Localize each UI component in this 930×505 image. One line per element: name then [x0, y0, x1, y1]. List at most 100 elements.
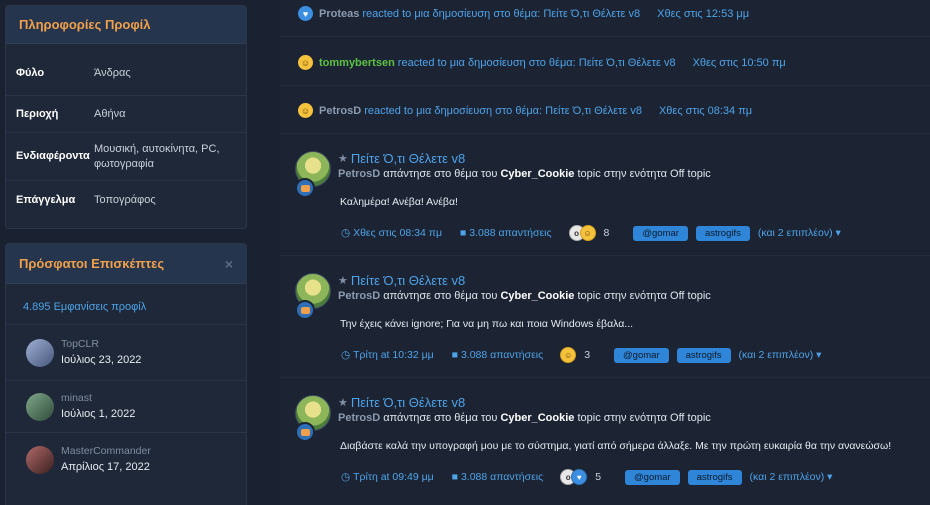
visitor-name[interactable]: minast	[61, 391, 135, 405]
reaction-text[interactable]: reacted to μια δημοσίευση στο θέμα: Πείτ…	[398, 57, 676, 69]
activity-stream: ♥ Proteas reacted to μια δημοσίευση στο …	[280, 0, 930, 505]
reaction-count: 3	[584, 349, 591, 361]
post-item: ★ Πείτε Ό,τι Θέλετε v8 PetrosD απάντησε …	[280, 273, 930, 373]
avatar[interactable]	[26, 392, 54, 421]
heart-icon: ♥	[298, 6, 313, 21]
reactions-summary[interactable]: o ☺	[568, 225, 596, 241]
visitor-info: minast Ιούλιος 1, 2022	[61, 391, 135, 423]
clock-icon: ◷	[341, 471, 354, 483]
post-title: ★ Πείτε Ό,τι Θέλετε v8	[338, 151, 465, 166]
profile-info-header: Πληροφορίες Προφίλ	[6, 6, 246, 44]
post-footer: ◷ Τρίτη at 09:49 μμ ■ 3.088 απαντήσεις o…	[341, 469, 832, 485]
post-footer: ◷ Χθες στις 08:34 πμ ■ 3.088 απαντήσεις …	[341, 225, 841, 241]
post-footer: ◷ Τρίτη at 10:32 μμ ■ 3.088 απαντήσεις ☺…	[341, 347, 821, 363]
reaction-user[interactable]: PetrosD	[319, 105, 361, 117]
divider	[280, 255, 930, 256]
visitor-date: Ιούλιος 1, 2022	[61, 407, 136, 420]
haha-icon: ☺	[298, 103, 313, 118]
visitor-item[interactable]: MasterCommander Απρίλιος 17, 2022	[6, 432, 246, 486]
post-title-link[interactable]: Πείτε Ό,τι Θέλετε v8	[351, 151, 465, 166]
replies-count[interactable]: 3.088 απαντήσεις	[469, 227, 551, 239]
more-tags-dropdown[interactable]: (και 2 επιπλέον) ▾	[750, 471, 833, 483]
star-icon[interactable]: ★	[338, 274, 348, 287]
reaction-item: ☺ PetrosD reacted to μια δημοσίευση στο …	[298, 103, 752, 118]
tag-astrogifs[interactable]: astrogifs	[676, 347, 731, 363]
post-meta: PetrosD απάντησε στο θέμα του Cyber_Cook…	[338, 412, 711, 424]
more-tags-dropdown[interactable]: (και 2 επιπλέον) ▾	[758, 227, 841, 239]
post-title: ★ Πείτε Ό,τι Θέλετε v8	[338, 395, 465, 410]
post-section: topic στην ενότητα Off topic	[577, 412, 711, 424]
reaction-item: ☺ tommybertsen reacted to μια δημοσίευση…	[298, 55, 786, 70]
tag-gomar[interactable]: @gomar	[614, 347, 669, 363]
visitor-name[interactable]: MasterCommander	[61, 444, 151, 458]
comment-badge-icon	[295, 178, 315, 198]
topic-owner[interactable]: Cyber_Cookie	[500, 412, 574, 424]
more-tags-label: (και 2 επιπλέον)	[738, 349, 814, 361]
close-icon[interactable]: ×	[225, 256, 233, 272]
haha-icon: ☺	[298, 55, 313, 70]
clock-icon: ◷	[341, 349, 354, 361]
post-time[interactable]: Τρίτη at 09:49 μμ	[353, 471, 434, 483]
comment-icon: ■	[451, 471, 461, 483]
comment-icon: ■	[460, 227, 470, 239]
visitor-item[interactable]: TopCLR Ιούλιος 23, 2022	[6, 324, 246, 380]
recent-visitors-card: Πρόσφατοι Επισκέπτες × 4.895 Εμφανίσεις …	[5, 243, 247, 505]
comment-badge-icon	[295, 300, 315, 320]
reaction-text[interactable]: reacted to μια δημοσίευση στο θέμα: Πείτ…	[364, 105, 642, 117]
post-title: ★ Πείτε Ό,τι Θέλετε v8	[338, 273, 465, 288]
star-icon[interactable]: ★	[338, 152, 348, 165]
avatar[interactable]	[26, 445, 54, 474]
reaction-time[interactable]: Χθες στις 08:34 πμ	[659, 105, 752, 117]
reactions-summary[interactable]: ☺	[560, 347, 577, 363]
post-title-link[interactable]: Πείτε Ό,τι Θέλετε v8	[351, 395, 465, 410]
recent-visitors-title: Πρόσφατοι Επισκέπτες	[19, 256, 165, 271]
visitor-date: Ιούλιος 23, 2022	[61, 353, 142, 366]
tag-astrogifs[interactable]: astrogifs	[687, 469, 742, 485]
post-time[interactable]: Χθες στις 08:34 πμ	[353, 227, 442, 239]
tag-gomar[interactable]: @gomar	[633, 225, 688, 241]
info-value: Άνδρας	[94, 67, 131, 79]
divider	[280, 36, 930, 37]
info-label: Ενδιαφέροντα	[16, 150, 90, 162]
post-author[interactable]: PetrosD	[338, 290, 380, 302]
post-section: topic στην ενότητα Off topic	[577, 168, 711, 180]
reaction-count: 5	[595, 471, 602, 483]
post-time[interactable]: Τρίτη at 10:32 μμ	[353, 349, 434, 361]
post-item: ★ Πείτε Ό,τι Θέλετε v8 PetrosD απάντησε …	[280, 151, 930, 251]
reaction-time[interactable]: Χθες στις 10:50 πμ	[693, 57, 786, 69]
post-author[interactable]: PetrosD	[338, 412, 380, 424]
visitor-item[interactable]: minast Ιούλιος 1, 2022	[6, 380, 246, 432]
reaction-count: 8	[603, 227, 610, 239]
reaction-time[interactable]: Χθες στις 12:53 μμ	[657, 8, 749, 20]
visitor-info: MasterCommander Απρίλιος 17, 2022	[61, 444, 151, 476]
reaction-text[interactable]: reacted to μια δημοσίευση στο θέμα: Πείτ…	[362, 8, 640, 20]
info-label: Περιοχή	[16, 107, 59, 120]
reaction-user[interactable]: Proteas	[319, 8, 359, 20]
avatar[interactable]	[26, 338, 54, 367]
star-icon[interactable]: ★	[338, 396, 348, 409]
post-section: topic στην ενότητα Off topic	[577, 290, 711, 302]
reaction-user[interactable]: tommybertsen	[319, 57, 395, 69]
topic-owner[interactable]: Cyber_Cookie	[500, 168, 574, 180]
topic-owner[interactable]: Cyber_Cookie	[500, 290, 574, 302]
comment-badge-icon	[295, 422, 315, 442]
profile-views-link[interactable]: 4.895 Εμφανίσεις προφίλ	[6, 284, 246, 324]
post-action: απάντησε στο θέμα του	[383, 168, 498, 180]
clock-icon: ◷	[341, 227, 354, 239]
post-author[interactable]: PetrosD	[338, 168, 380, 180]
info-value: Μουσική, αυτοκίνητα, PC, φωτογραφία	[94, 142, 220, 170]
more-tags-label: (και 2 επιπλέον)	[749, 471, 825, 483]
tag-astrogifs[interactable]: astrogifs	[695, 225, 750, 241]
more-tags-dropdown[interactable]: (και 2 επιπλέον) ▾	[739, 349, 822, 361]
post-body: Την έχεις κάνει ignore; Για να μη πω και…	[340, 318, 634, 330]
haha-icon: ☺	[579, 225, 596, 241]
heart-icon: ♥	[571, 469, 588, 485]
post-title-link[interactable]: Πείτε Ό,τι Θέλετε v8	[351, 273, 465, 288]
visitor-name[interactable]: TopCLR	[61, 337, 141, 351]
sidebar: Πληροφορίες Προφίλ Φύλο Άνδρας Περιοχή Α…	[0, 0, 252, 505]
post-body: Καλημέρα! Ανέβα! Ανέβα!	[340, 196, 458, 208]
tag-gomar[interactable]: @gomar	[625, 469, 680, 485]
replies-count[interactable]: 3.088 απαντήσεις	[461, 471, 543, 483]
replies-count[interactable]: 3.088 απαντήσεις	[461, 349, 543, 361]
reactions-summary[interactable]: o ♥	[560, 469, 588, 485]
